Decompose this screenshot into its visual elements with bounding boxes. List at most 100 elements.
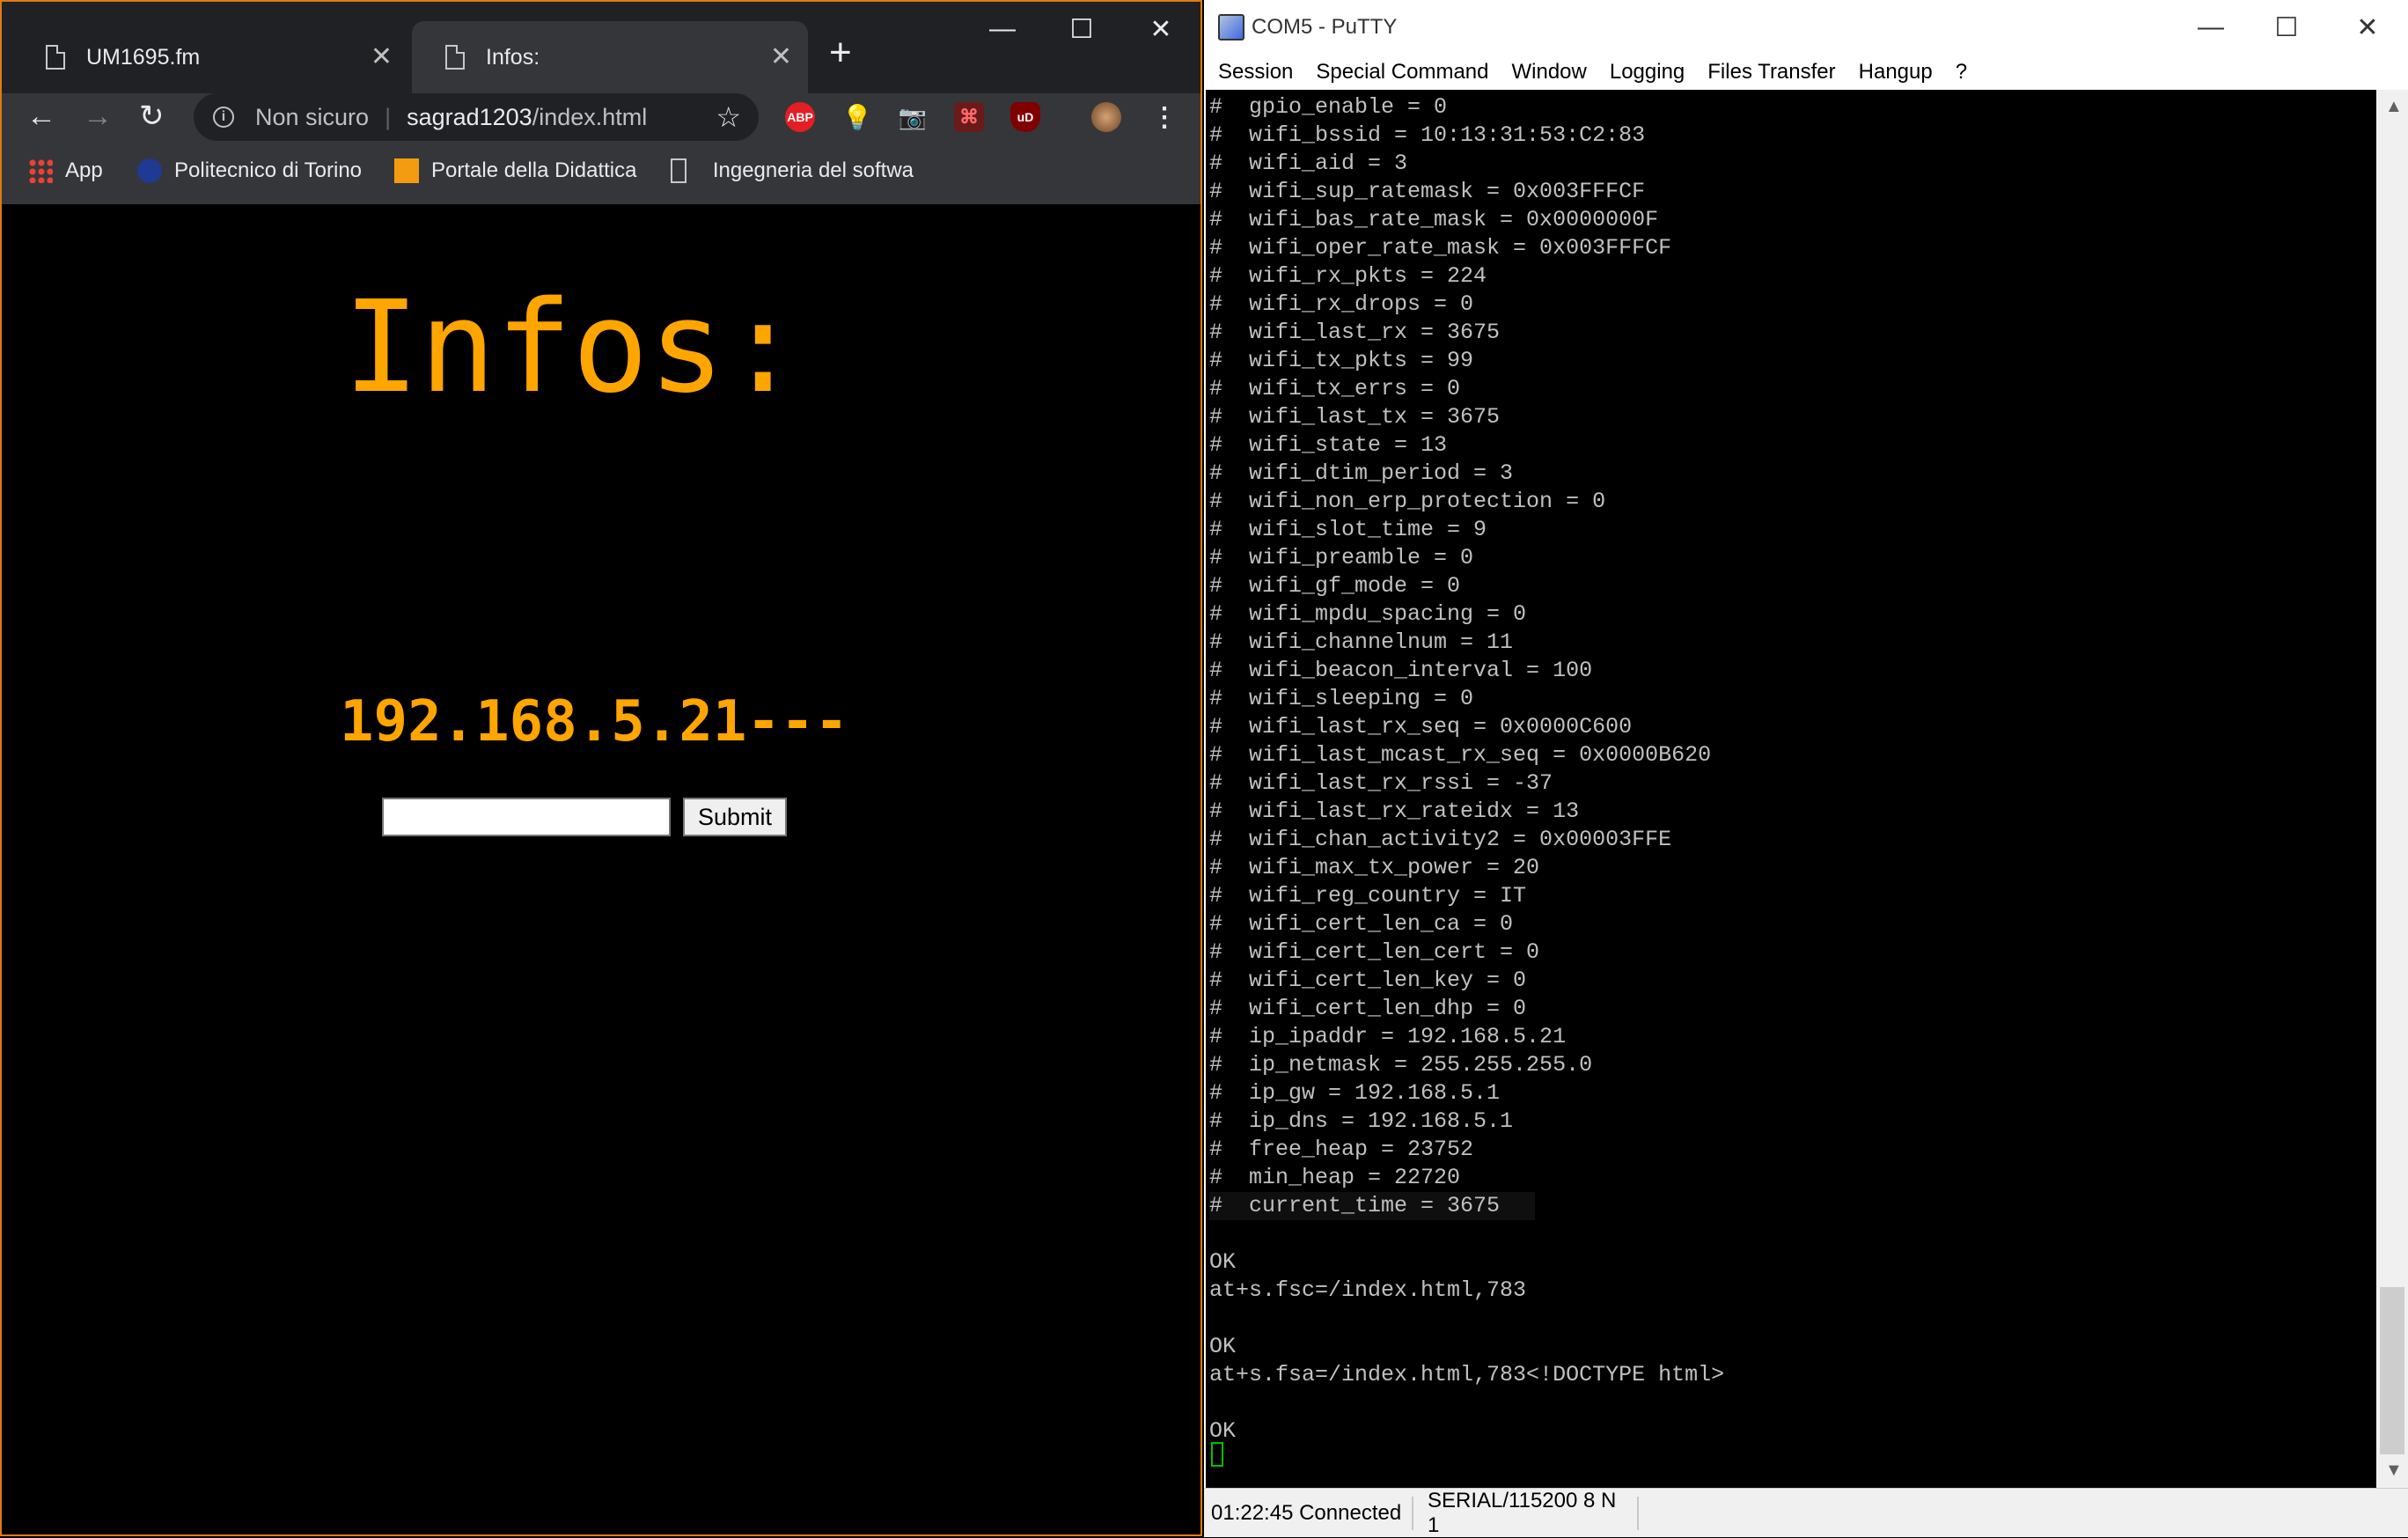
minimize-button[interactable]: — xyxy=(2170,0,2251,55)
terminal-line: # wifi_oper_rate_mask = 0x003FFFCF xyxy=(1209,235,1672,261)
terminal-line: # min_heap = 22720 xyxy=(1209,1165,1461,1190)
terminal-line: # wifi_cert_len_ca = 0 xyxy=(1209,911,1514,937)
putty-app-icon[interactable] xyxy=(1218,14,1244,40)
terminal-output: # gpio_enable = 0 # wifi_bssid = 10:13:31… xyxy=(1209,93,1724,1446)
lightbulb-icon[interactable]: 💡 xyxy=(842,102,873,132)
terminal-line: # wifi_sleeping = 0 xyxy=(1209,686,1474,711)
terminal-line: # gpio_enable = 0 xyxy=(1209,94,1448,120)
close-window-button[interactable]: ✕ xyxy=(1121,2,1200,56)
terminal-line: # wifi_dtim_period = 3 xyxy=(1209,460,1514,486)
terminal-line: # wifi_last_rx = 3675 xyxy=(1209,320,1501,345)
page-icon xyxy=(46,45,65,70)
putty-menubar: Session Special Command Window Logging F… xyxy=(1204,55,2408,90)
chrome-window: UM1695.fm ✕ Infos: ✕ + — ☐ ✕ ← → ↻ i Non… xyxy=(0,0,1202,1536)
address-bar[interactable]: i Non sicuro | sagrad1203 /index.html ☆ xyxy=(194,93,759,141)
terminal-line: # wifi_beacon_interval = 100 xyxy=(1209,658,1593,683)
new-tab-button[interactable]: + xyxy=(829,33,852,72)
close-icon[interactable]: ✕ xyxy=(371,44,393,70)
terminal-line: # ip_gw = 192.168.5.1 xyxy=(1209,1080,1501,1106)
scroll-down-icon[interactable]: ▼ xyxy=(2385,1461,2403,1481)
scrollbar-thumb[interactable] xyxy=(2380,1287,2404,1454)
terminal-line: # wifi_cert_len_cert = 0 xyxy=(1209,939,1540,965)
tab-strip: UM1695.fm ✕ Infos: ✕ + — ☐ ✕ xyxy=(2,2,1200,93)
terminal-line: # wifi_last_mcast_rx_seq = 0x0000B620 xyxy=(1209,742,1712,768)
terminal-cursor xyxy=(1211,1442,1223,1467)
terminal-line: # wifi_state = 13 xyxy=(1209,432,1448,458)
terminal-line: # wifi_channelnum = 11 xyxy=(1209,629,1514,655)
submit-button[interactable]: Submit xyxy=(683,798,787,836)
bookmark-ingegneria[interactable]: Ingegneria del softwa xyxy=(671,158,914,183)
terminal-line: at+s.fsa=/index.html,783<!DOCTYPE html> xyxy=(1209,1362,1725,1387)
close-window-button[interactable]: ✕ xyxy=(2327,0,2408,55)
menu-files-transfer[interactable]: Files Transfer xyxy=(1707,60,1835,85)
terminal-line: # wifi_aid = 3 xyxy=(1209,151,1408,176)
pdf-icon[interactable]: ⌘ xyxy=(954,102,984,132)
menu-help[interactable]: ? xyxy=(1956,60,1967,85)
reload-button[interactable]: ↻ xyxy=(139,99,165,134)
camera-icon[interactable]: 📷 xyxy=(898,102,928,132)
tab-label: UM1695.fm xyxy=(86,44,201,70)
menu-window[interactable]: Window xyxy=(1511,60,1586,85)
bookmark-apps[interactable]: App xyxy=(28,158,103,183)
menu-dots-icon[interactable]: ⋮ xyxy=(1149,102,1179,132)
terminal-line: # wifi_gf_mode = 0 xyxy=(1209,573,1461,599)
polito-logo-icon xyxy=(137,158,162,183)
bookmark-polito[interactable]: Politecnico di Torino xyxy=(137,158,362,183)
terminal-line: # wifi_cert_len_dhp = 0 xyxy=(1209,996,1527,1021)
menu-logging[interactable]: Logging xyxy=(1610,60,1685,85)
terminal-line: # wifi_tx_errs = 0 xyxy=(1209,376,1461,401)
close-icon[interactable]: ✕ xyxy=(770,44,792,70)
info-icon[interactable]: i xyxy=(213,107,234,128)
ublock-icon[interactable]: uD xyxy=(1010,102,1040,132)
terminal-line: # wifi_sup_ratemask = 0x003FFFCF xyxy=(1209,179,1646,204)
page-icon xyxy=(445,45,465,70)
terminal-line: # current_time = 3675 xyxy=(1209,1192,1536,1220)
menu-session[interactable]: Session xyxy=(1218,60,1293,85)
terminal-line: # wifi_non_erp_protection = 0 xyxy=(1209,489,1606,514)
url-host: sagrad1203 xyxy=(407,103,532,130)
minimize-button[interactable]: — xyxy=(963,2,1042,56)
terminal-line: OK xyxy=(1209,1418,1237,1444)
maximize-button[interactable]: ☐ xyxy=(2246,0,2327,55)
adblock-plus-icon[interactable]: ABP xyxy=(785,102,815,132)
terminal-line: at+s.fsc=/index.html,783 xyxy=(1209,1277,1527,1303)
serial-settings: SERIAL/115200 8 N 1 xyxy=(1413,1489,1639,1537)
terminal-line: OK xyxy=(1209,1334,1237,1359)
tab-label: Infos: xyxy=(486,44,540,70)
tab-um1695[interactable]: UM1695.fm ✕ xyxy=(12,21,408,93)
terminal-line: # ip_dns = 192.168.5.1 xyxy=(1209,1108,1514,1134)
vertical-scrollbar[interactable]: ▲ ▼ xyxy=(2376,90,2408,1488)
menu-special-command[interactable]: Special Command xyxy=(1316,60,1488,85)
terminal-line: # wifi_reg_country = IT xyxy=(1209,883,1527,909)
terminal-line: # wifi_last_rx_rssi = -37 xyxy=(1209,770,1553,796)
ip-address-text: 192.168.5.21--- xyxy=(340,689,848,754)
terminal-line: # wifi_rx_drops = 0 xyxy=(1209,291,1474,317)
terminal-line: # wifi_last_rx_rateidx = 13 xyxy=(1209,798,1580,824)
terminal-line: # wifi_cert_len_key = 0 xyxy=(1209,968,1527,993)
back-button[interactable]: ← xyxy=(26,99,56,134)
star-icon[interactable]: ☆ xyxy=(716,100,741,134)
apps-grid-icon xyxy=(28,158,53,183)
scroll-up-icon[interactable]: ▲ xyxy=(2385,97,2403,117)
avatar[interactable] xyxy=(1091,102,1121,132)
url-path: /index.html xyxy=(532,103,648,130)
maximize-button[interactable]: ☐ xyxy=(1042,2,1121,56)
terminal[interactable]: # gpio_enable = 0 # wifi_bssid = 10:13:31… xyxy=(1206,90,2376,1488)
forward-button[interactable]: → xyxy=(83,99,113,134)
menu-hangup[interactable]: Hangup xyxy=(1859,60,1933,85)
page-title: Infos: xyxy=(343,273,802,421)
tab-infos[interactable]: Infos: ✕ xyxy=(412,21,808,93)
didattica-logo-icon xyxy=(394,158,419,183)
terminal-line: # wifi_mpdu_spacing = 0 xyxy=(1209,601,1527,627)
putty-window: COM5 - PuTTY — ☐ ✕ Session Special Comma… xyxy=(1204,0,2408,1537)
security-label: Non sicuro xyxy=(255,103,370,130)
bookmarks-bar: App Politecnico di Torino Portale della … xyxy=(2,141,1200,205)
terminal-line: # wifi_tx_pkts = 99 xyxy=(1209,348,1474,373)
bookmark-didattica[interactable]: Portale della Didattica xyxy=(394,158,641,183)
divider: | xyxy=(385,103,392,130)
window-title: COM5 - PuTTY xyxy=(1252,15,1398,39)
text-input[interactable] xyxy=(382,798,671,836)
terminal-line: # wifi_max_tx_power = 20 xyxy=(1209,855,1540,880)
